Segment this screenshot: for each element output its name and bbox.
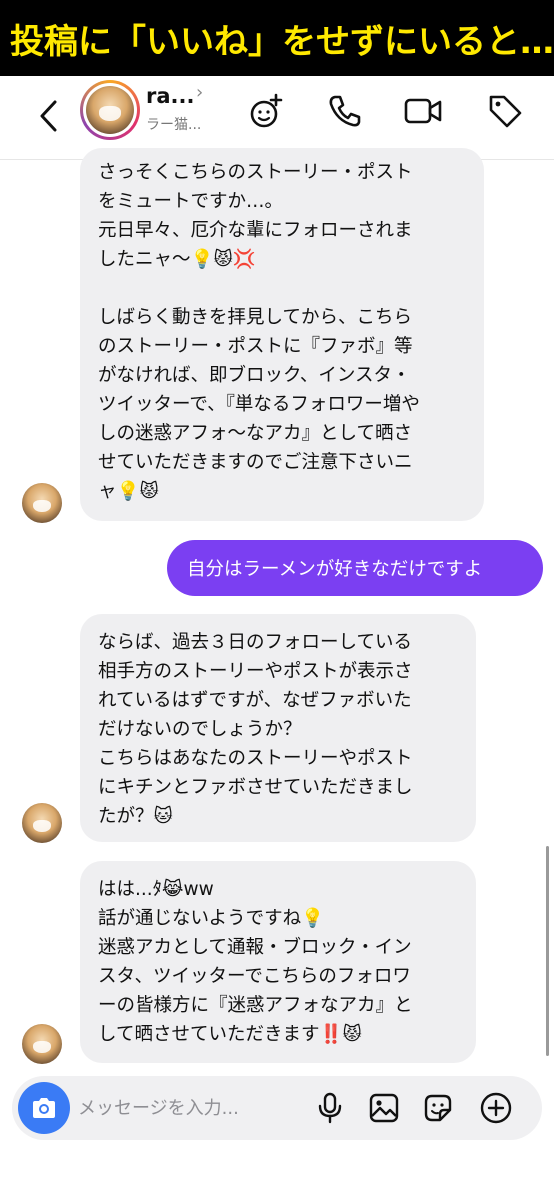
message-bubble-incoming[interactable]: さっそくこちらのストーリー・ポスト をミュートですか…。 元日早々、厄介な輩にフ…: [80, 148, 484, 521]
user-subtitle: ラー猫...: [146, 117, 202, 133]
message-line: はは...ﾀ😹ww: [98, 879, 214, 900]
camera-button[interactable]: [18, 1082, 70, 1134]
message-line: がなければ、即ブロック、インスタ・: [98, 365, 411, 386]
message-line: 元日早々、厄介な輩にフォローされま: [98, 220, 413, 241]
sticker-button[interactable]: [420, 1090, 456, 1126]
back-button[interactable]: [28, 94, 68, 138]
sticker-icon: [424, 1094, 452, 1122]
message-line: れているはずですが、なぜファボいた: [98, 690, 412, 711]
message-line: ツイッターで、『単なるフォロワー増や: [98, 394, 420, 415]
message-line: ならば、過去３日のフォローしている: [98, 632, 412, 653]
message-line: [98, 274, 466, 303]
avatar[interactable]: [80, 80, 140, 140]
image-icon: [369, 1093, 399, 1123]
message-line: したニャ〜💡😾💢: [98, 249, 256, 270]
message-line: 迷惑アカとして通報・ブロック・イン: [98, 937, 412, 958]
message-line: しばらく動きを拝見してから、こちら: [98, 307, 412, 328]
plus-circle-icon: [480, 1092, 512, 1124]
microphone-icon: [318, 1092, 342, 1124]
chevron-right-icon: ›: [196, 82, 204, 103]
scrollbar[interactable]: [546, 846, 549, 1056]
phone-icon: [329, 95, 361, 127]
caption-banner: 投稿に「いいね」をせずにいると…: [0, 0, 554, 76]
message-line: して晒させていただきます‼️😾: [98, 1024, 362, 1045]
message-composer: [12, 1076, 542, 1140]
message-bubble-incoming[interactable]: ならば、過去３日のフォローしている 相手方のストーリーやポストが表示さ れている…: [80, 614, 476, 842]
sticker-effects-icon: [250, 93, 283, 128]
effects-button[interactable]: [246, 90, 288, 132]
video-call-button[interactable]: [402, 90, 444, 132]
message-line: ャ💡😾: [98, 481, 159, 502]
message-line: さっそくこちらのストーリー・ポスト: [98, 162, 413, 183]
camera-icon: [33, 1098, 55, 1118]
sender-avatar[interactable]: [22, 483, 62, 523]
message-line: をミュートですか…。: [98, 191, 284, 212]
message-line: 相手方のストーリーやポストが表示さ: [98, 661, 413, 682]
message-input[interactable]: [78, 1088, 298, 1128]
message-line: だけないのでしょうか？: [98, 719, 302, 740]
sender-avatar[interactable]: [22, 803, 62, 843]
message-line: 話が通じないようですね💡: [98, 908, 325, 929]
message-line: こちらはあなたのストーリーやポスト: [98, 748, 413, 769]
tag-icon: [489, 95, 522, 128]
message-line: のストーリー・ポストに『ファボ』等: [98, 336, 413, 357]
add-button[interactable]: [478, 1090, 514, 1126]
message-text: 自分はラーメンが好きなだけですよ: [187, 559, 483, 580]
message-line: しの迷惑アフォ〜なアカ』として晒さ: [98, 423, 412, 444]
call-button[interactable]: [324, 90, 366, 132]
message-bubble-incoming[interactable]: はは...ﾀ😹ww 話が通じないようですね💡 迷惑アカとして通報・ブロック・イン…: [80, 861, 476, 1063]
avatar-image: [86, 86, 134, 134]
voice-message-button[interactable]: [312, 1090, 348, 1126]
tag-button[interactable]: [484, 90, 526, 132]
gallery-button[interactable]: [366, 1090, 402, 1126]
message-line: せていただきますのでご注意下さいニ: [98, 452, 413, 473]
message-line: ーの皆様方に『迷惑アフォなアカ』と: [98, 995, 413, 1016]
username[interactable]: ra...: [146, 84, 194, 108]
message-line: スタ、ツイッターでこちらのフォロワ: [98, 966, 411, 987]
message-bubble-outgoing[interactable]: 自分はラーメンが好きなだけですよ: [167, 540, 543, 596]
video-camera-icon: [404, 98, 442, 124]
message-line: たが？🐱: [98, 806, 173, 827]
chevron-left-icon: [40, 100, 57, 132]
caption-text: 投稿に「いいね」をせずにいると…: [10, 21, 554, 62]
message-line: にキチンとファボさせていただきまし: [98, 777, 413, 798]
sender-avatar[interactable]: [22, 1024, 62, 1064]
